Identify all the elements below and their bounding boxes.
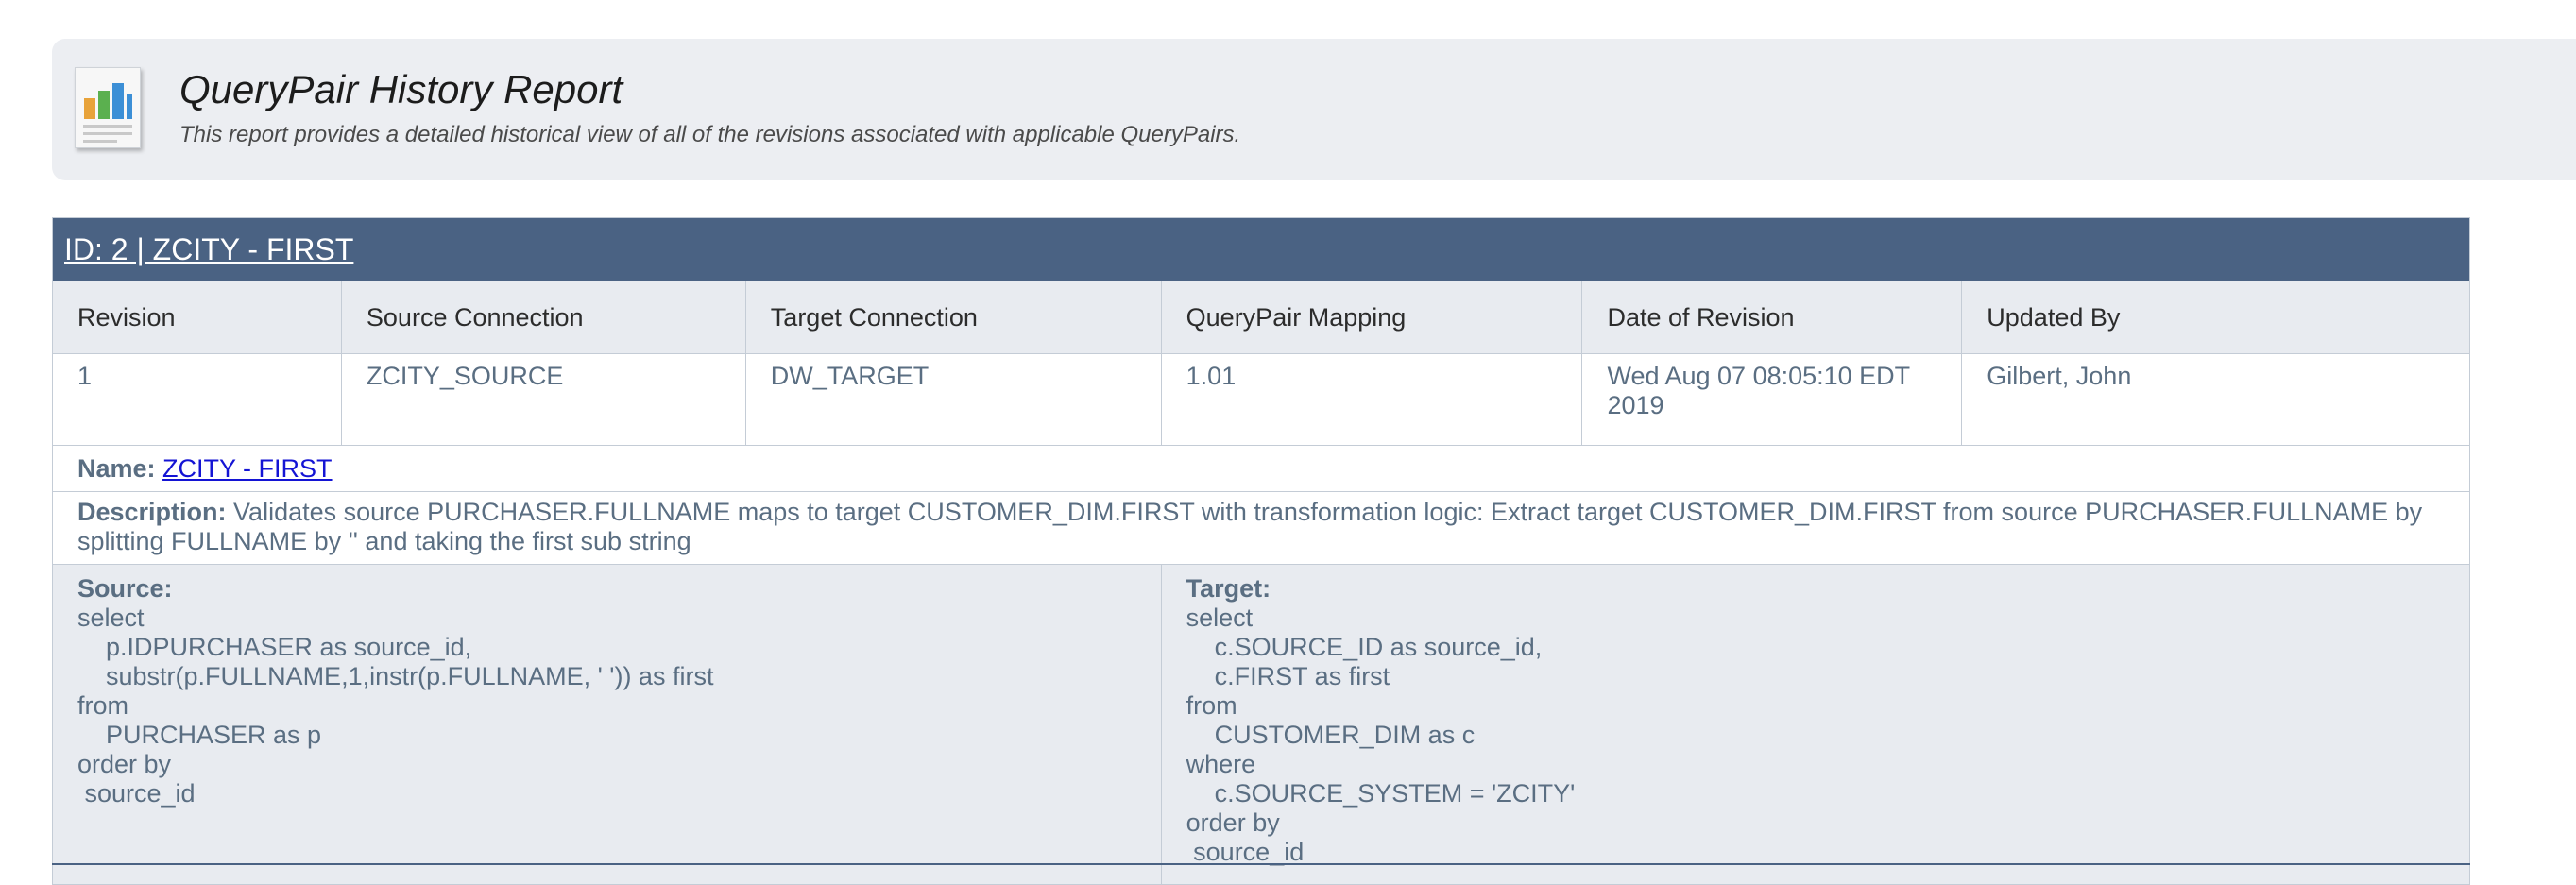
icon-bar-blue [112,83,124,119]
target-sql-line: where [1186,750,1256,778]
source-sql-line: p.IDPURCHASER as source_id, [77,633,472,661]
querypair-title-row: ID: 2 | ZCITY - FIRST [52,217,2470,281]
sql-row: Source: select p.IDPURCHASER as source_i… [52,564,2471,885]
target-sql-line: c.SOURCE_SYSTEM = 'ZCITY' [1186,779,1576,808]
description-cell: Description: Validates source PURCHASER.… [52,491,2470,565]
icon-bar-blue-small [127,94,132,119]
target-sql-cell: Target: select c.SOURCE_ID as source_id,… [1160,564,2471,885]
target-sql-line: select [1186,604,1254,632]
column-header-date-of-revision: Date of Revision [1581,281,1963,354]
icon-text-line [83,140,117,143]
target-sql-line: CUSTOMER_DIM as c [1186,721,1476,749]
source-sql-line: order by [77,750,172,778]
target-sql-line: order by [1186,808,1280,837]
target-sql-line: c.FIRST as first [1186,662,1390,690]
target-sql-line: from [1186,691,1237,720]
cell-target-connection: DW_TARGET [744,353,1162,446]
description-row: Description: Validates source PURCHASER.… [52,491,2470,565]
name-row: Name: ZCITY - FIRST [52,445,2470,492]
page-title: QueryPair History Report [179,67,623,111]
column-header-revision: Revision [52,281,342,354]
target-label: Target: [1186,574,1271,603]
table-row: 1 ZCITY_SOURCE DW_TARGET 1.01 Wed Aug 07… [52,353,2470,446]
column-header-target-connection: Target Connection [744,281,1162,354]
source-sql-line: PURCHASER as p [77,721,322,749]
name-cell: Name: ZCITY - FIRST [52,445,2470,492]
report-chart-icon [75,67,141,148]
column-header-querypair-mapping: QueryPair Mapping [1160,281,1583,354]
cell-source-connection: ZCITY_SOURCE [340,353,746,446]
icon-bar-green [98,91,110,119]
cell-date-of-revision: Wed Aug 07 08:05:10 EDT 2019 [1581,353,1963,446]
name-label: Name: [77,453,156,483]
column-header-updated-by: Updated By [1961,281,2470,354]
source-sql-line: substr(p.FULLNAME,1,instr(p.FULLNAME, ' … [77,662,714,690]
querypair-history-table: ID: 2 | ZCITY - FIRST Revision Source Co… [52,217,2471,885]
description-text: Validates source PURCHASER.FULLNAME maps… [77,498,2423,555]
icon-bar-orange [84,98,95,119]
cell-updated-by: Gilbert, John [1961,353,2470,446]
querypair-title-link[interactable]: ID: 2 | ZCITY - FIRST [64,232,353,266]
report-banner: QueryPair History Report This report pro… [52,39,2576,180]
icon-text-line [83,132,132,135]
source-label: Source: [77,574,173,603]
source-sql-line: from [77,691,128,720]
source-sql-line: source_id [77,779,196,808]
description-label: Description: [77,498,227,526]
source-sql-cell: Source: select p.IDPURCHASER as source_i… [52,564,1162,885]
next-section-border [52,863,2470,865]
source-sql-line: select [77,604,145,632]
icon-text-line [83,125,132,128]
table-header-row: Revision Source Connection Target Connec… [52,281,2470,354]
querypair-title-cell: ID: 2 | ZCITY - FIRST [52,217,2470,281]
cell-querypair-mapping: 1.01 [1160,353,1583,446]
column-header-source-connection: Source Connection [340,281,746,354]
page-subtitle: This report provides a detailed historic… [179,122,1241,147]
name-link[interactable]: ZCITY - FIRST [162,454,333,483]
cell-revision: 1 [52,353,342,446]
target-sql-line: c.SOURCE_ID as source_id, [1186,633,1543,661]
